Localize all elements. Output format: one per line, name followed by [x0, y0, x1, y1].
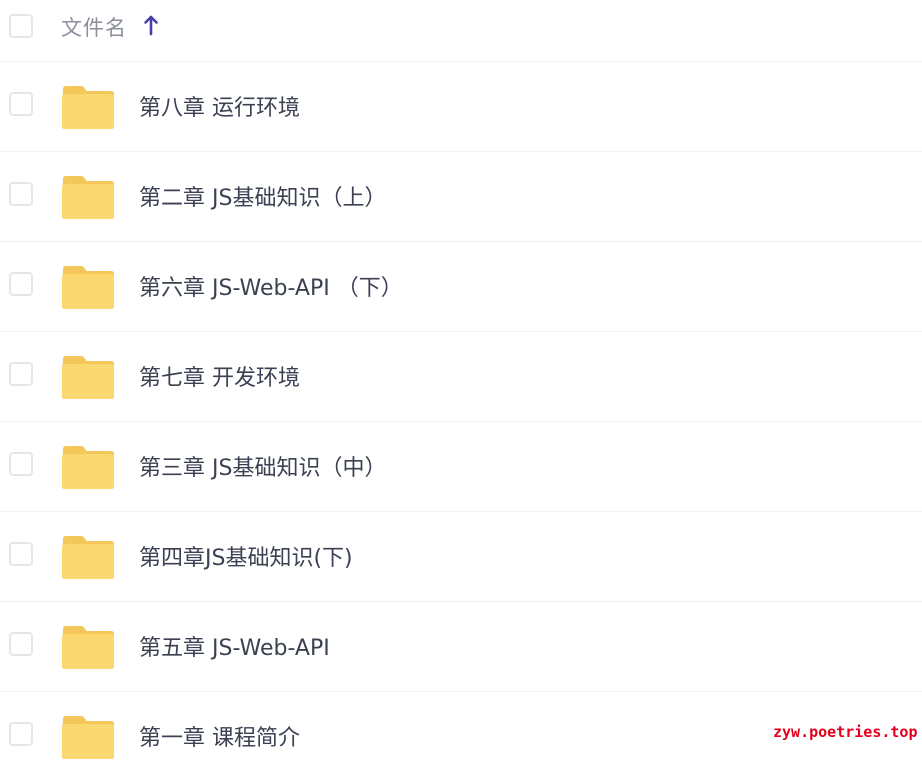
folder-icon — [62, 86, 114, 129]
folder-icon — [62, 626, 114, 669]
file-name[interactable]: 第六章 JS-Web-API （下） — [139, 270, 403, 302]
watermark-text: zyw.poetries.top — [773, 723, 918, 741]
file-name[interactable]: 第四章JS基础知识(下) — [139, 540, 353, 572]
row-checkbox[interactable] — [9, 272, 33, 296]
file-name[interactable]: 第七章 开发环境 — [139, 360, 300, 392]
folder-icon — [62, 176, 114, 219]
row-checkbox[interactable] — [9, 362, 33, 386]
file-name[interactable]: 第一章 课程简介 — [139, 720, 300, 752]
list-item[interactable]: 第七章 开发环境 — [0, 332, 922, 422]
list-item[interactable]: 第四章JS基础知识(下) — [0, 512, 922, 602]
folder-icon — [62, 266, 114, 309]
list-item[interactable]: 第五章 JS-Web-API — [0, 602, 922, 692]
row-checkbox[interactable] — [9, 542, 33, 566]
file-name[interactable]: 第二章 JS基础知识（上） — [139, 180, 386, 212]
row-checkbox[interactable] — [9, 452, 33, 476]
row-checkbox[interactable] — [9, 92, 33, 116]
select-all-checkbox[interactable] — [9, 14, 33, 38]
row-checkbox[interactable] — [9, 722, 33, 746]
row-checkbox[interactable] — [9, 182, 33, 206]
row-checkbox[interactable] — [9, 632, 33, 656]
folder-icon — [62, 446, 114, 489]
file-list-header: 文件名 — [0, 0, 922, 62]
folder-icon — [62, 716, 114, 759]
arrow-up-icon[interactable] — [142, 14, 160, 36]
column-header-filename[interactable]: 文件名 — [61, 12, 127, 42]
file-name[interactable]: 第五章 JS-Web-API — [139, 630, 330, 662]
list-item[interactable]: 第八章 运行环境 — [0, 62, 922, 152]
file-list: 文件名 第八章 运行环境 第二章 JS基础知识（上） 第六章 JS-Web-AP… — [0, 0, 922, 768]
file-name[interactable]: 第八章 运行环境 — [139, 90, 300, 122]
folder-icon — [62, 536, 114, 579]
folder-icon — [62, 356, 114, 399]
list-item[interactable]: 第三章 JS基础知识（中） — [0, 422, 922, 512]
file-name[interactable]: 第三章 JS基础知识（中） — [139, 450, 386, 482]
list-item[interactable]: 第二章 JS基础知识（上） — [0, 152, 922, 242]
list-item[interactable]: 第六章 JS-Web-API （下） — [0, 242, 922, 332]
